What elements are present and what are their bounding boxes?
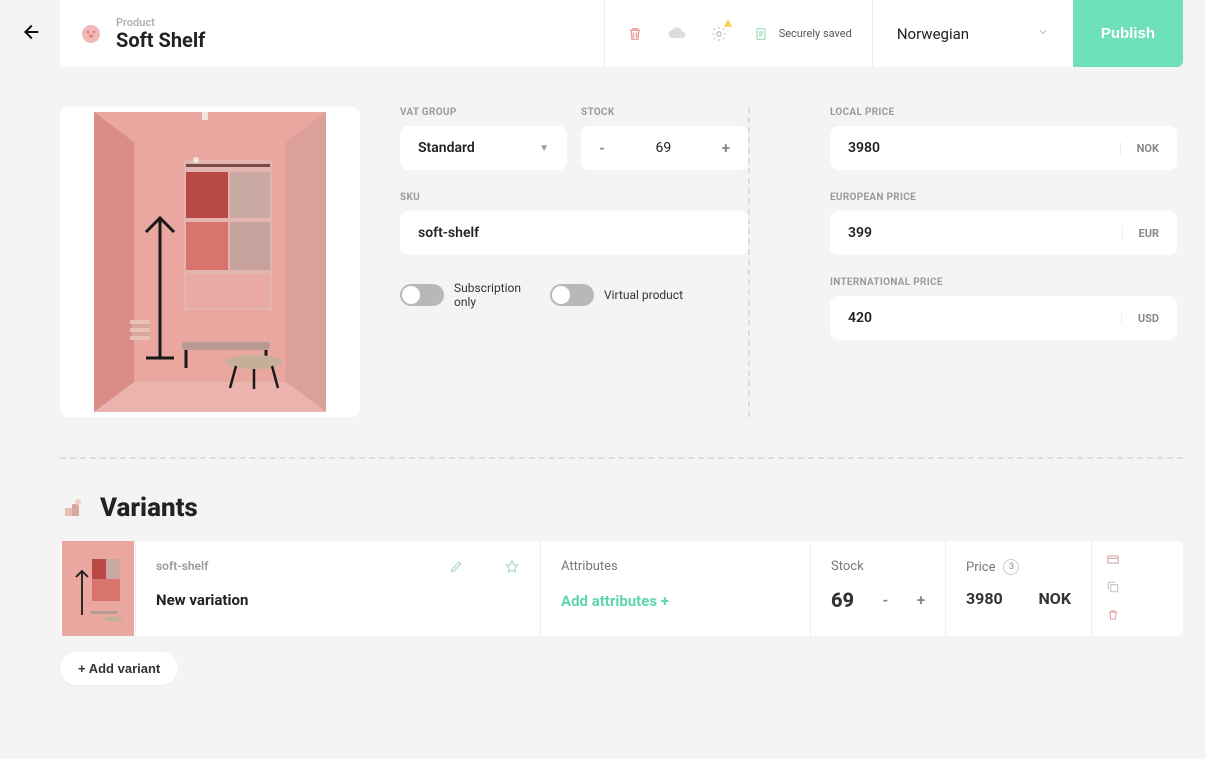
local-price-input[interactable]: 3980 NOK (830, 126, 1177, 170)
back-button[interactable] (19, 21, 41, 47)
variant-stock-value: 69 (831, 588, 854, 612)
add-attributes-button[interactable]: Add attributes + (561, 592, 790, 610)
add-variant-button[interactable]: + Add variant (60, 652, 178, 685)
delete-icon[interactable] (1106, 608, 1120, 625)
international-price-input[interactable]: 420 USD (830, 296, 1177, 340)
international-price-label: INTERNATIONAL PRICE (830, 277, 1183, 288)
settings-alert-icon[interactable] (709, 24, 729, 44)
duplicate-icon[interactable] (1106, 580, 1120, 597)
chevron-down-icon (1037, 26, 1049, 42)
variant-sku: soft-shelf (156, 559, 248, 573)
subscription-toggle[interactable] (400, 284, 444, 306)
publish-button[interactable]: Publish (1073, 0, 1183, 67)
language-value: Norwegian (897, 25, 969, 43)
variant-stock-decrement[interactable]: - (882, 591, 888, 609)
cloud-icon[interactable] (667, 24, 687, 44)
edit-icon[interactable] (449, 559, 464, 579)
trash-icon[interactable] (625, 24, 645, 44)
stock-label: STOCK (581, 107, 748, 118)
sku-input[interactable]: soft-shelf (400, 211, 748, 255)
document-icon (751, 24, 771, 44)
card-icon[interactable] (1106, 552, 1120, 569)
variant-price-currency: NOK (1039, 589, 1072, 608)
vat-group-label: VAT GROUP (400, 107, 567, 118)
saved-text: Securely saved (779, 27, 852, 40)
european-price-currency: EUR (1122, 227, 1160, 240)
variant-thumbnail[interactable] (60, 541, 136, 636)
european-price-input[interactable]: 399 EUR (830, 211, 1177, 255)
product-icon (78, 21, 104, 47)
virtual-label: Virtual product (604, 288, 684, 302)
variant-price-value: 3980 (966, 589, 1003, 608)
sku-value: soft-shelf (418, 225, 479, 241)
variant-stock-label: Stock (831, 559, 925, 574)
virtual-toggle[interactable] (550, 284, 594, 306)
variant-row: soft-shelf New variation Attributes Add … (60, 541, 1183, 636)
local-price-currency: NOK (1120, 142, 1159, 155)
variant-stock-increment[interactable]: + (917, 591, 925, 609)
caret-down-icon: ▼ (539, 143, 549, 154)
local-price-label: LOCAL PRICE (830, 107, 1183, 118)
subscription-label: Subscription only (454, 281, 534, 310)
stock-value: 69 (655, 140, 671, 156)
international-price-currency: USD (1121, 312, 1159, 325)
variant-name: New variation (156, 591, 248, 609)
local-price-value: 3980 (848, 140, 880, 156)
vat-group-select[interactable]: Standard ▼ (400, 126, 567, 170)
european-price-label: EUROPEAN PRICE (830, 192, 1183, 203)
stock-increment[interactable]: + (722, 139, 730, 157)
european-price-value: 399 (848, 225, 872, 241)
variant-price-label: Price (966, 560, 995, 575)
language-select[interactable]: Norwegian (873, 0, 1073, 67)
international-price-value: 420 (848, 310, 872, 326)
stock-decrement[interactable]: - (599, 139, 605, 157)
title-zone: Product Soft Shelf (60, 0, 605, 67)
vat-group-value: Standard (418, 140, 475, 156)
star-icon[interactable] (504, 559, 520, 579)
product-image[interactable] (60, 107, 360, 417)
attributes-label: Attributes (561, 559, 790, 574)
variants-icon (60, 495, 86, 521)
product-title: Soft Shelf (116, 28, 205, 52)
sku-label: SKU (400, 192, 748, 203)
stock-stepper[interactable]: - 69 + (581, 126, 748, 170)
price-count-badge: 3 (1003, 559, 1019, 575)
variants-heading: Variants (100, 493, 198, 523)
